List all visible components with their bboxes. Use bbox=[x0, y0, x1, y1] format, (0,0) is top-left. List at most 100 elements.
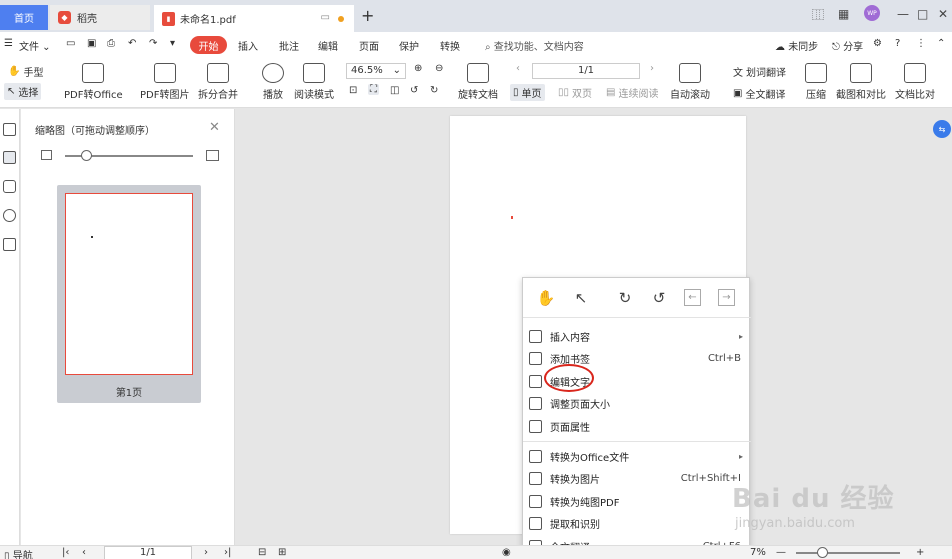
read-mode-button[interactable]: 阅读模式 bbox=[294, 63, 334, 101]
hand-icon[interactable]: ✋ bbox=[536, 288, 556, 308]
minimize-button[interactable]: — bbox=[897, 5, 909, 23]
quick-access-dropdown-icon[interactable]: ▾ bbox=[170, 38, 175, 49]
float-tool-button[interactable]: ⇆ bbox=[933, 120, 951, 138]
select-tool-button[interactable]: ↖ 选择 bbox=[4, 83, 42, 100]
save-icon[interactable]: ▣ bbox=[87, 38, 96, 49]
menu-file[interactable]: 文件 ⌄ bbox=[19, 38, 51, 53]
new-tab-button[interactable]: + bbox=[361, 6, 374, 25]
fit-page-icon[interactable]: ⛶ bbox=[368, 84, 379, 95]
hamburger-icon[interactable]: ☰ bbox=[4, 38, 13, 49]
tab-daoke[interactable]: ◆ 稻壳 bbox=[50, 5, 150, 30]
forward-view-icon[interactable]: ⊞ bbox=[278, 547, 286, 558]
sync-status[interactable]: ☁ 未同步 bbox=[775, 38, 818, 53]
status-page-input[interactable]: 1/1 bbox=[104, 546, 192, 559]
maximize-button[interactable]: □ bbox=[917, 5, 928, 23]
document-compare-button[interactable]: 文档比对 bbox=[895, 63, 935, 101]
skin-icon[interactable]: ▦ bbox=[838, 5, 849, 23]
first-page-icon[interactable]: |‹ bbox=[62, 547, 69, 558]
menu-convert[interactable]: 转换 bbox=[440, 38, 460, 53]
close-icon[interactable]: ✕ bbox=[209, 120, 220, 135]
thumbnail-page-1[interactable]: 第1页 bbox=[57, 185, 201, 403]
double-page-button[interactable]: ▯▯ 双页 bbox=[558, 85, 592, 100]
ctx-insert-content[interactable]: 插入内容 ▸ bbox=[523, 325, 751, 347]
attachment-icon[interactable] bbox=[3, 209, 16, 222]
compress-button[interactable]: 压缩 bbox=[805, 63, 827, 101]
arrow-left-icon[interactable]: ← bbox=[684, 289, 701, 306]
zoom-out-icon[interactable]: ⊖ bbox=[435, 63, 443, 74]
search-function[interactable]: ⌕ 查找功能、文档内容 bbox=[485, 38, 584, 53]
share-button[interactable]: ⎋ 分享 bbox=[832, 38, 863, 53]
full-translate-button[interactable]: ▣ 全文翻译 bbox=[733, 86, 785, 101]
monitor-icon[interactable]: ▭ bbox=[321, 12, 330, 23]
ctx-extract-recognize[interactable]: 提取和识别 bbox=[523, 512, 751, 534]
cursor-icon[interactable]: ↖ bbox=[571, 288, 591, 308]
single-page-button[interactable]: ▯ 单页 bbox=[510, 84, 545, 101]
zoom-in-status-icon[interactable]: + bbox=[916, 547, 924, 558]
rotate-left-icon[interactable]: ↺ bbox=[410, 85, 418, 96]
pdf-to-office-button[interactable]: PDF转Office bbox=[64, 63, 123, 101]
print-icon[interactable]: ⎙ bbox=[107, 38, 115, 49]
rotate-right-icon[interactable]: ↻ bbox=[430, 85, 438, 96]
ctx-resize-page[interactable]: 调整页面大小 bbox=[523, 392, 751, 414]
tab-document[interactable]: ▮ 未命名1.pdf ▭ bbox=[154, 5, 354, 32]
rotate-counterclockwise-icon[interactable]: ↺ bbox=[649, 288, 669, 308]
rotate-document-button[interactable]: 旋转文档 bbox=[458, 63, 498, 101]
settings-gear-icon[interactable]: ⚙ bbox=[873, 38, 882, 49]
eye-icon[interactable]: ◉ bbox=[502, 547, 511, 558]
last-page-icon[interactable]: ›| bbox=[224, 547, 231, 558]
menu-edit[interactable]: 编辑 bbox=[318, 38, 338, 53]
menu-protect[interactable]: 保护 bbox=[399, 38, 419, 53]
ctx-convert-image[interactable]: 转换为图片 Ctrl+Shift+I bbox=[523, 467, 751, 489]
rotate-document-icon bbox=[467, 63, 489, 83]
menu-start[interactable]: 开始 bbox=[190, 36, 227, 54]
arrow-right-icon[interactable]: → bbox=[718, 289, 735, 306]
rotate-clockwise-icon[interactable]: ↻ bbox=[615, 288, 635, 308]
prev-page-status-icon[interactable]: ‹ bbox=[82, 547, 86, 558]
pdf-to-image-button[interactable]: PDF转图片 bbox=[140, 63, 189, 101]
translate-word-button[interactable]: 文划词翻译 bbox=[733, 64, 786, 79]
navigation-toggle[interactable]: ▯ 导航 bbox=[4, 547, 33, 559]
signature-icon[interactable] bbox=[3, 238, 16, 251]
zoom-in-icon[interactable]: ⊕ bbox=[414, 63, 422, 74]
prev-page-icon[interactable]: ‹ bbox=[516, 63, 520, 74]
split-merge-button[interactable]: 拆分合并 bbox=[198, 63, 238, 101]
next-page-icon[interactable]: › bbox=[650, 63, 654, 74]
back-view-icon[interactable]: ⊟ bbox=[258, 547, 266, 558]
collapse-ribbon-icon[interactable]: ⌃ bbox=[937, 38, 945, 49]
status-zoom-slider[interactable] bbox=[796, 552, 900, 554]
menu-page[interactable]: 页面 bbox=[359, 38, 379, 53]
auto-scroll-button[interactable]: 自动滚动 bbox=[670, 63, 710, 101]
more-icon[interactable]: ⋮ bbox=[916, 38, 926, 49]
redo-icon[interactable]: ↷ bbox=[149, 38, 157, 49]
avatar[interactable]: WP bbox=[864, 5, 880, 21]
comment-icon[interactable] bbox=[3, 180, 16, 193]
thumbnail-title: 缩略图（可拖动调整顺序） bbox=[35, 126, 155, 137]
undo-icon[interactable]: ↶ bbox=[128, 38, 136, 49]
open-folder-icon[interactable]: ▭ bbox=[66, 38, 75, 49]
tab-home[interactable]: 首页 bbox=[0, 5, 48, 30]
help-icon[interactable]: ? bbox=[895, 38, 900, 49]
screenshot-compare-button[interactable]: 截图和对比 bbox=[836, 63, 886, 101]
continuous-read-button[interactable]: ▤ 连续阅读 bbox=[606, 85, 658, 100]
page-number-input[interactable]: 1/1 bbox=[532, 63, 640, 79]
ctx-convert-image-pdf-label: 转换为纯图PDF bbox=[550, 497, 620, 509]
zoom-out-status-icon[interactable]: — bbox=[776, 547, 786, 558]
cloud-icon: ☁ bbox=[775, 42, 785, 53]
ctx-convert-image-pdf[interactable]: 转换为纯图PDF bbox=[523, 490, 751, 512]
thumbnail-icon[interactable] bbox=[3, 151, 16, 164]
play-button[interactable]: 播放 bbox=[262, 63, 284, 101]
ctx-page-properties[interactable]: 页面属性 bbox=[523, 415, 751, 437]
ctx-convert-office[interactable]: 转换为Office文件 ▸ bbox=[523, 445, 751, 467]
menu-insert[interactable]: 插入 bbox=[238, 38, 258, 53]
restore-layout-button[interactable]: ⿲ bbox=[812, 5, 824, 23]
slider-handle[interactable] bbox=[81, 150, 92, 161]
close-window-button[interactable]: ✕ bbox=[938, 5, 948, 23]
fit-width-icon[interactable]: ◫ bbox=[390, 85, 399, 96]
next-page-status-icon[interactable]: › bbox=[204, 547, 208, 558]
bookmark-icon[interactable] bbox=[3, 123, 16, 136]
zoom-select[interactable]: 46.5% ⌄ bbox=[346, 63, 406, 79]
actual-size-icon[interactable]: ⊡ bbox=[349, 85, 357, 96]
hand-tool-button[interactable]: ✋ 手型 bbox=[8, 64, 43, 79]
status-zoom-handle[interactable] bbox=[817, 547, 828, 558]
menu-annotate[interactable]: 批注 bbox=[279, 38, 299, 53]
